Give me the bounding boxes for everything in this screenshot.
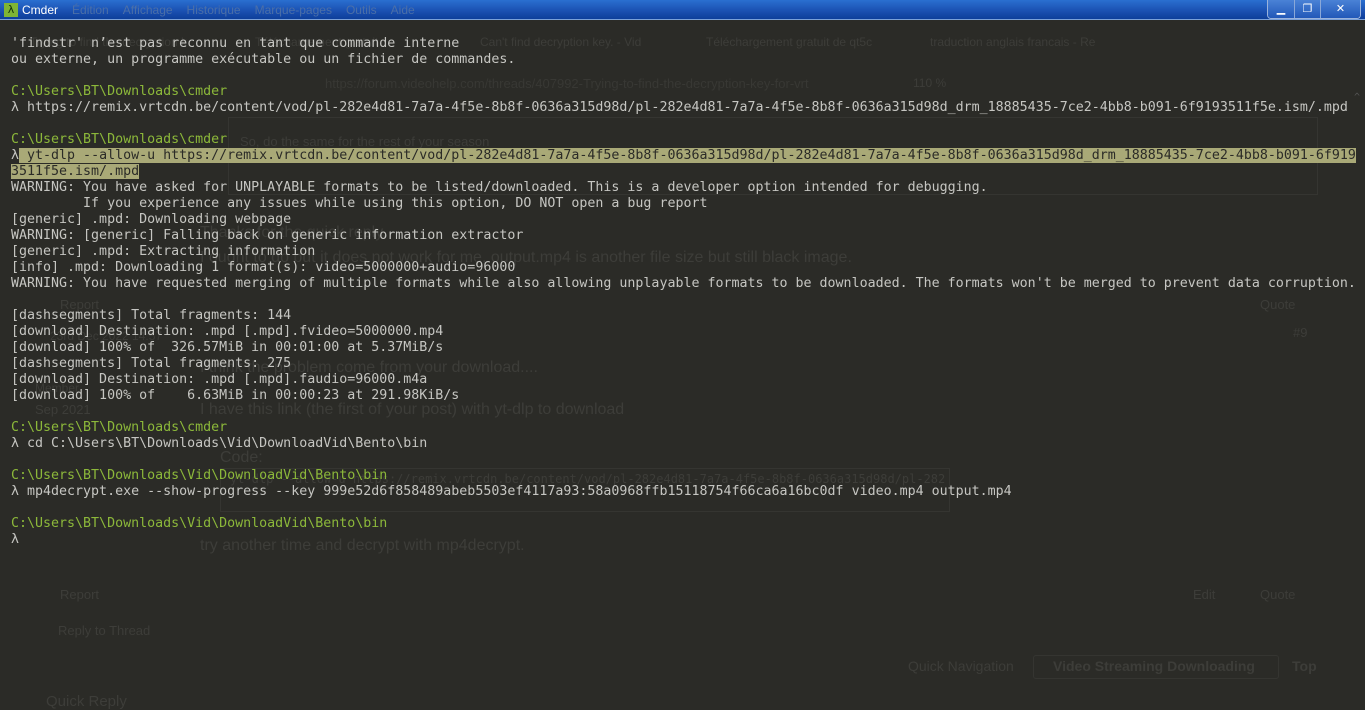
terminal-line-path: C:\Users\BT\Downloads\cmder	[11, 132, 228, 147]
ghost-edit: Edit	[1193, 587, 1216, 602]
lambda-icon: λ	[4, 2, 18, 17]
terminal-line-hl: 3511f5e.ism/.mpd	[11, 164, 1356, 180]
terminal-line-out: 'findstr' n’est pas reconnu en tant que …	[11, 36, 460, 51]
terminal-line-out: [download] 100% of 326.57MiB in 00:01:00…	[11, 340, 444, 355]
ghost-menu-item: Aide	[390, 2, 415, 17]
title-bar[interactable]: λ Cmder Édition Affichage Historique Mar…	[0, 0, 1365, 20]
ghost-reply-button: Reply to Thread	[58, 623, 151, 638]
ghost-nav-select-text: Video Streaming Downloading	[1053, 658, 1255, 674]
ghost-report: Report	[60, 587, 100, 602]
close-button[interactable]: ✕	[1320, 0, 1360, 18]
ghost-menu-item: Édition	[72, 2, 109, 17]
selected-text[interactable]: 3511f5e.ism/.mpd	[11, 164, 140, 179]
terminal-output[interactable]: 'findstr' n’est pas reconnu en tant que …	[11, 36, 1356, 548]
prompt-lambda: λ	[11, 148, 20, 163]
terminal-line-out: [info] .mpd: Downloading 1 format(s): vi…	[11, 260, 516, 275]
ghost-menu-item: Historique	[186, 2, 241, 17]
terminal-line-out: [download] Destination: .mpd [.mpd].faud…	[11, 372, 428, 387]
terminal-line-path: C:\Users\BT\Downloads\cmder	[11, 420, 228, 435]
terminal-line-out: WARNING: You have requested merging of m…	[11, 276, 1356, 291]
ghost-menu-item: Marque-pages	[254, 2, 332, 17]
terminal-line-out: WARNING: [generic] Falling back on gener…	[11, 228, 524, 243]
restore-button[interactable]: ❐	[1294, 0, 1320, 18]
terminal-line-path: C:\Users\BT\Downloads\Vid\DownloadVid\Be…	[11, 516, 388, 531]
terminal-line-out: If you experience any issues while using…	[11, 196, 708, 211]
terminal-line-cmd: λ mp4decrypt.exe --show-progress --key 9…	[11, 484, 1012, 499]
scroll-up-icon[interactable]: ^	[1349, 92, 1365, 112]
ghost-quick-nav: Quick Navigation	[908, 658, 1014, 674]
ghost-menu-item: Affichage	[122, 2, 173, 17]
terminal-line-out: [dashsegments] Total fragments: 275	[11, 356, 292, 371]
terminal-line-out: [generic] .mpd: Extracting information	[11, 244, 316, 259]
terminal-line-out: [download] Destination: .mpd [.mpd].fvid…	[11, 324, 444, 339]
terminal-line-cmd: λ	[11, 532, 20, 547]
minimize-button[interactable]: ▁	[1268, 0, 1294, 18]
terminal-line-path: C:\Users\BT\Downloads\Vid\DownloadVid\Be…	[11, 468, 388, 483]
ghost-menu-item: Outils	[345, 2, 377, 17]
ghost-top: Top	[1292, 658, 1317, 674]
ghost-quick-reply: Quick Reply	[46, 693, 127, 710]
ghost-quote: Quote	[1260, 587, 1296, 602]
terminal-line-hl: λ yt-dlp --allow-u https://remix.vrtcdn.…	[11, 148, 1356, 164]
window-controls: ▁ ❐ ✕	[1267, 0, 1361, 19]
terminal-line-cmd: λ cd C:\Users\BT\Downloads\Vid\DownloadV…	[11, 436, 428, 451]
terminal-line-cmd: λ https://remix.vrtcdn.be/content/vod/pl…	[11, 100, 1348, 115]
window-title: Cmder	[22, 2, 59, 17]
terminal-line-out: [generic] .mpd: Downloading webpage	[11, 212, 292, 227]
terminal-line-out: [download] 100% of 6.63MiB in 00:00:23 a…	[11, 388, 460, 403]
selected-text[interactable]: yt-dlp --allow-u https://remix.vrtcdn.be…	[19, 148, 1356, 163]
terminal-line-out: [dashsegments] Total fragments: 144	[11, 308, 292, 323]
terminal-line-out: ou externe, un programme exécutable ou u…	[11, 52, 516, 67]
terminal-line-path: C:\Users\BT\Downloads\cmder	[11, 84, 228, 99]
terminal-line-out: WARNING: You have asked for UNPLAYABLE f…	[11, 180, 988, 195]
